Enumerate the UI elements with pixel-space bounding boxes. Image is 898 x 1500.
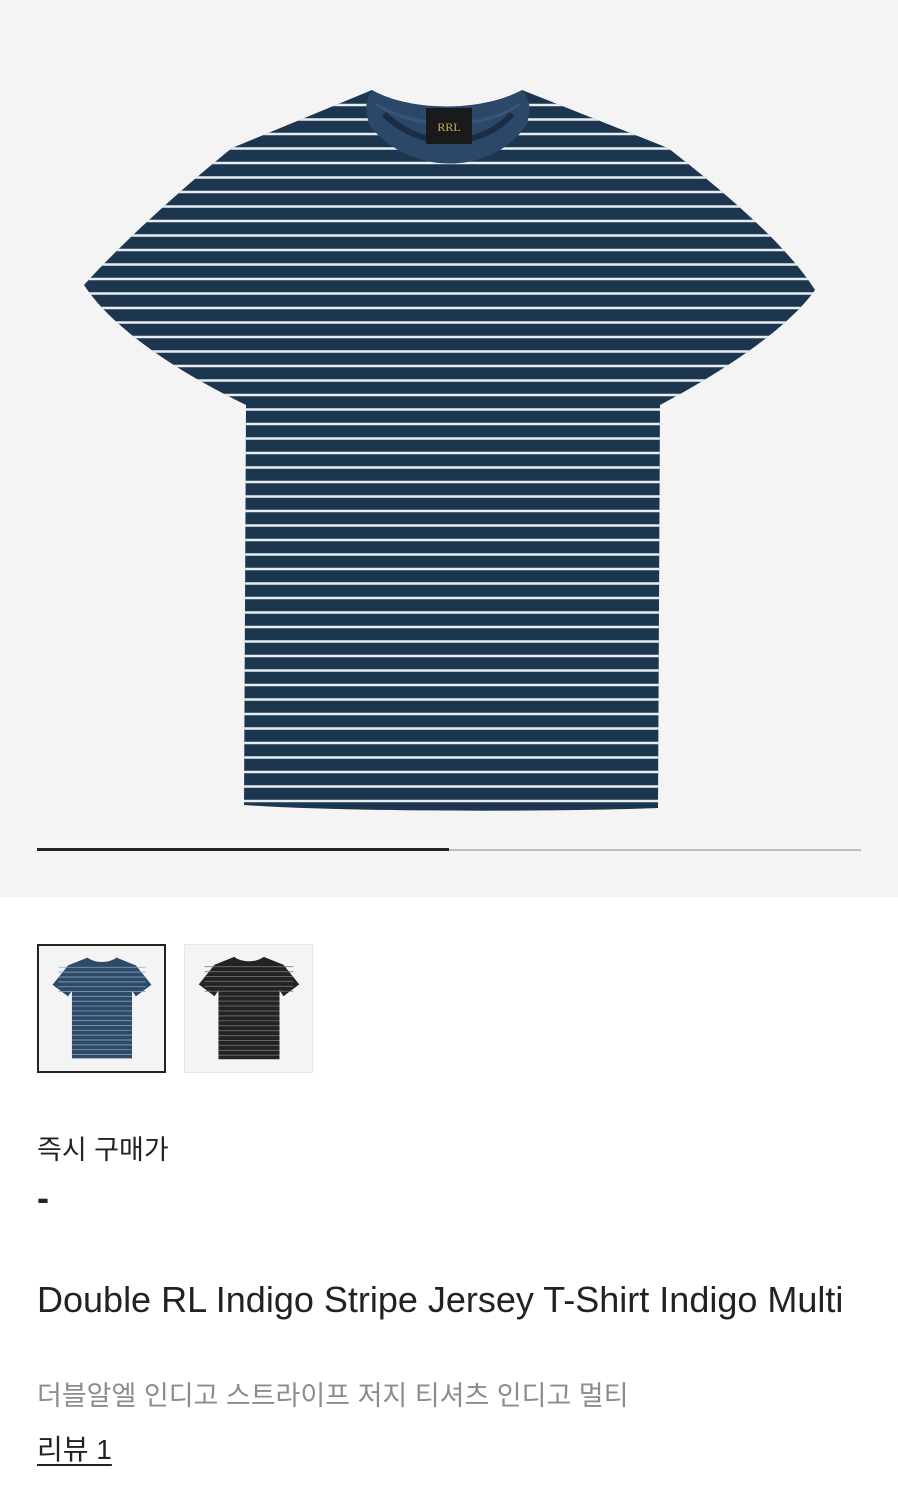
- thumbnail-black[interactable]: [184, 944, 313, 1073]
- product-image[interactable]: RRL: [0, 0, 898, 897]
- product-subtitle-korean: 더블알엘 인디고 스트라이프 저지 티셔츠 인디고 멀티: [37, 1381, 629, 1411]
- tshirt-black-icon: [198, 956, 300, 1060]
- product-image-gallery[interactable]: RRL: [0, 0, 898, 897]
- gallery-progress-bar: [37, 848, 861, 851]
- tshirt-indigo-icon: [52, 957, 152, 1059]
- svg-text:RRL: RRL: [437, 120, 460, 134]
- review-link[interactable]: 리뷰 1: [37, 1428, 112, 1468]
- instant-buy-price-label: 즉시 구매가: [37, 1135, 169, 1165]
- thumbnail-indigo[interactable]: [37, 944, 166, 1073]
- progress-fill: [37, 848, 449, 851]
- instant-buy-price-value: -: [37, 1177, 49, 1218]
- product-title: Double RL Indigo Stripe Jersey T-Shirt I…: [37, 1279, 844, 1320]
